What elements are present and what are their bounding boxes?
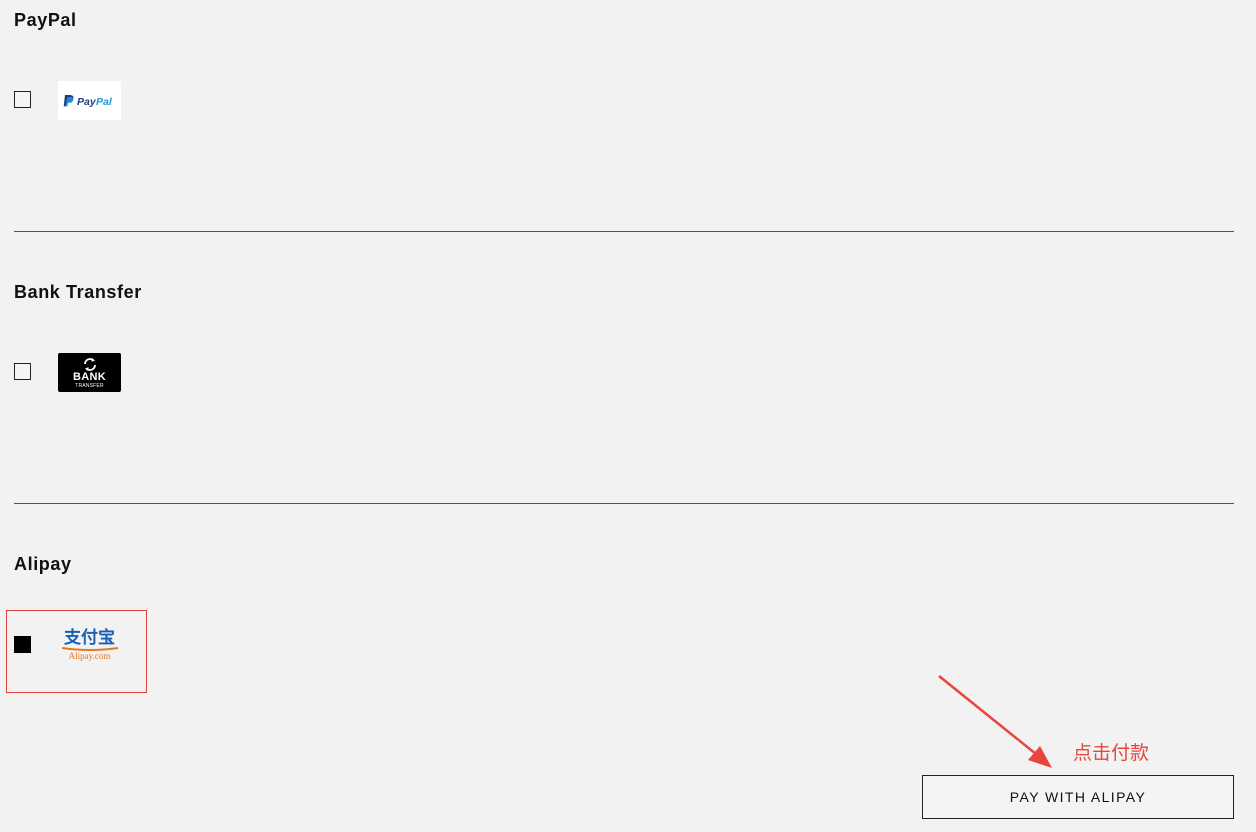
divider [14,231,1234,232]
bank-transfer-section-title: Bank Transfer [14,282,142,302]
bank-transfer-checkbox[interactable] [14,363,31,380]
paypal-icon: Pay Pal [63,94,113,108]
divider [14,503,1234,504]
paypal-logo[interactable]: Pay Pal [58,81,121,120]
paypal-logo-text-pay: Pay [77,96,97,108]
alipay-logo-text: 支付宝 [64,627,115,648]
alipay-checkbox[interactable] [14,636,31,653]
annotation-arrow-icon [938,675,1052,768]
bank-logo-text: BANK [73,370,106,383]
bank-logo-subtext: TRANSFER [75,382,104,389]
bank-transfer-logo[interactable]: BANK TRANSFER [58,353,121,392]
pay-with-alipay-button[interactable]: PAY WITH ALIPAY [922,775,1234,819]
transfer-arrows-icon [83,357,96,371]
alipay-logo[interactable]: 支付宝 Alipay.com [58,625,121,664]
paypal-checkbox[interactable] [14,91,31,108]
alipay-logo-subtext: Alipay.com [68,650,111,661]
paypal-section-title: PayPal [14,10,77,30]
payment-page: PayPal Pay Pal Bank Transfer BANK TRANSF… [0,0,1256,832]
paypal-logo-text-pal: Pal [96,96,113,108]
annotation-text: 点击付款 [1073,742,1150,764]
alipay-section-title: Alipay [14,554,72,574]
